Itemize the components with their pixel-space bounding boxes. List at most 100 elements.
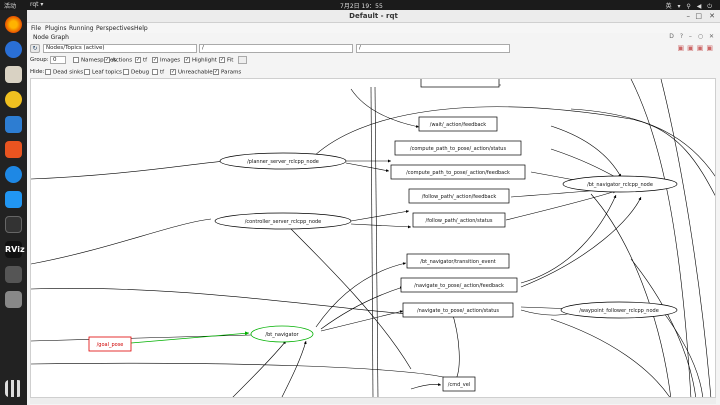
- fit-checkbox[interactable]: ✓ Fit: [219, 57, 233, 64]
- debug-checkbox[interactable]: Debug: [123, 69, 149, 76]
- graph-svg[interactable]: /wait/_action/feedback /compute_path_to_…: [31, 79, 716, 398]
- firefox-icon[interactable]: [5, 16, 22, 33]
- horizontal-scrollbar[interactable]: [30, 398, 716, 404]
- window-title: Default - rqt: [349, 12, 398, 20]
- node-planner-server[interactable]: /planner_server_rclcpp_node: [219, 152, 347, 170]
- graph-edge: [370, 86, 374, 397]
- menu-file[interactable]: File: [31, 25, 41, 32]
- topic-label: /follow_path/_action/feedback: [422, 194, 497, 200]
- topic-cmd-vel[interactable]: /cmd_vel: [442, 376, 476, 392]
- app-menu[interactable]: rqt ▾: [30, 1, 43, 8]
- debug-check[interactable]: [123, 69, 129, 75]
- rhythmbox-icon[interactable]: [5, 91, 22, 108]
- window-titlebar[interactable]: Default - rqt – □ ✕: [27, 10, 720, 23]
- group-spinbox[interactable]: 0: [50, 56, 66, 64]
- tf-hide-checkbox[interactable]: tf: [152, 69, 164, 76]
- hide-options: Hide: Dead sinks Leaf topics Debug tf ✓ U…: [27, 67, 720, 78]
- highlight-check[interactable]: ✓: [184, 57, 190, 63]
- activities-button[interactable]: 活动: [4, 1, 16, 10]
- menu-plugins[interactable]: Plugins: [45, 25, 67, 32]
- params-check[interactable]: ✓: [213, 69, 219, 75]
- node-waypoint-follower[interactable]: /waypoint_follower_rclcpp_node: [560, 301, 678, 319]
- highlight-checkbox[interactable]: ✓ Highlight: [184, 57, 217, 64]
- software-center-icon[interactable]: [5, 141, 22, 158]
- dead-sinks-checkbox[interactable]: Dead sinks: [45, 69, 83, 76]
- fit-view-icon[interactable]: [238, 56, 247, 64]
- graph-edge: [450, 308, 460, 380]
- topic-follow-path-feedback[interactable]: /follow_path/_action/feedback: [408, 188, 510, 204]
- save-export-icons[interactable]: ▣▣▣▣: [678, 44, 716, 52]
- topic-transition-event[interactable]: /bt_navigator/transition_event: [406, 253, 510, 269]
- namespaces-check[interactable]: [73, 57, 79, 63]
- minimize-button[interactable]: –: [687, 12, 691, 20]
- unreachable-checkbox[interactable]: ✓ Unreachable: [170, 69, 213, 76]
- system-top-bar: 活动 rqt ▾ 7月2日 19：55 英 ▾ ⚲ ◀ ⏻: [0, 0, 720, 10]
- topic-navigate-status[interactable]: /navigate_to_pose/_action/status: [402, 302, 514, 318]
- topic-top-partial[interactable]: [420, 79, 500, 88]
- files-icon[interactable]: [5, 66, 22, 83]
- menu-running[interactable]: Running: [69, 25, 94, 32]
- images-check[interactable]: ✓: [152, 57, 158, 63]
- graph-edge: [281, 340, 307, 397]
- trash-icon[interactable]: [5, 291, 22, 308]
- graph-edge: [550, 318, 670, 397]
- plugin-controls[interactable]: D ? – ○ ✕: [669, 33, 716, 40]
- refresh-icon[interactable]: ↻: [30, 44, 40, 53]
- topic-compute-path-feedback[interactable]: /compute_path_to_pose/_action/feedback: [390, 164, 526, 180]
- node-label: /waypoint_follower_rclcpp_node: [579, 308, 659, 314]
- plugin-title-bar: Node Graph D ? – ○ ✕: [27, 33, 720, 42]
- dead-sinks-check[interactable]: [45, 69, 51, 75]
- menu-perspectives[interactable]: Perspectives: [96, 25, 134, 32]
- graph-edge: [570, 108, 715, 177]
- images-label: Images: [160, 57, 181, 64]
- maximize-button[interactable]: □: [695, 12, 702, 20]
- topic-wait-feedback[interactable]: /wait/_action/feedback: [418, 116, 498, 132]
- node-controller-server[interactable]: /controller_server_rclcpp_node: [214, 212, 352, 230]
- node-bt-navigator[interactable]: /bt_navigator: [250, 325, 314, 343]
- graph-edge: [590, 193, 672, 397]
- topic-navigate-feedback[interactable]: /navigate_to_pose/_action/feedback: [400, 277, 518, 293]
- rviz-icon[interactable]: RViz: [5, 241, 25, 258]
- tf-hide-label: tf: [160, 69, 165, 76]
- libreoffice-writer-icon[interactable]: [5, 116, 22, 133]
- graph-edge: [315, 262, 407, 328]
- graph-mode-select[interactable]: Nodes/Topics (active): [43, 44, 197, 53]
- group-label: Group:: [30, 57, 49, 63]
- show-apps-icon[interactable]: [5, 380, 22, 397]
- vscode-icon[interactable]: [5, 191, 22, 208]
- graph-edge: [550, 148, 620, 180]
- fit-check[interactable]: ✓: [219, 57, 225, 63]
- topic-label: /cmd_vel: [448, 382, 470, 388]
- params-checkbox[interactable]: ✓ Params: [213, 69, 241, 76]
- graph-edge: [374, 86, 379, 397]
- tf-checkbox[interactable]: ✓ tf: [135, 57, 147, 64]
- terminal-icon[interactable]: [5, 216, 22, 233]
- node-goal-pose[interactable]: /goal_pose: [88, 336, 132, 352]
- graph-toolbar: ↻ Nodes/Topics (active) / / ▣▣▣▣: [27, 43, 720, 54]
- leaf-topics-checkbox[interactable]: Leaf topics: [84, 69, 122, 76]
- topic-follow-path-status[interactable]: /follow_path/_action/status: [412, 212, 506, 228]
- actions-checkbox[interactable]: ✓ Actions: [104, 57, 132, 64]
- images-checkbox[interactable]: ✓ Images: [152, 57, 180, 64]
- leaf-topics-label: Leaf topics: [92, 69, 122, 76]
- node-label: /bt_navigator: [265, 332, 299, 338]
- clock[interactable]: 7月2日 19：55: [340, 1, 383, 10]
- leaf-topics-check[interactable]: [84, 69, 90, 75]
- node-bt-navigator-rclcpp[interactable]: /bt_navigator_rclcpp_node: [562, 175, 678, 193]
- topic-compute-path-status[interactable]: /compute_path_to_pose/_action/status: [394, 140, 522, 156]
- close-button[interactable]: ✕: [709, 12, 715, 20]
- rqt-icon[interactable]: [5, 266, 22, 283]
- namespace-filter-input[interactable]: /: [199, 44, 353, 53]
- actions-check[interactable]: ✓: [104, 57, 110, 63]
- hide-label: Hide:: [30, 69, 45, 75]
- menu-help[interactable]: Help: [134, 25, 148, 32]
- help-icon[interactable]: [5, 166, 22, 183]
- tf-check[interactable]: ✓: [135, 57, 141, 63]
- topic-filter-input[interactable]: /: [356, 44, 510, 53]
- tf-hide-check[interactable]: [152, 69, 158, 75]
- fit-label: Fit: [227, 57, 234, 64]
- node-graph-canvas[interactable]: /wait/_action/feedback /compute_path_to_…: [30, 78, 716, 398]
- thunderbird-icon[interactable]: [5, 41, 22, 58]
- unreachable-check[interactable]: ✓: [170, 69, 176, 75]
- node-label: /controller_server_rclcpp_node: [245, 219, 322, 225]
